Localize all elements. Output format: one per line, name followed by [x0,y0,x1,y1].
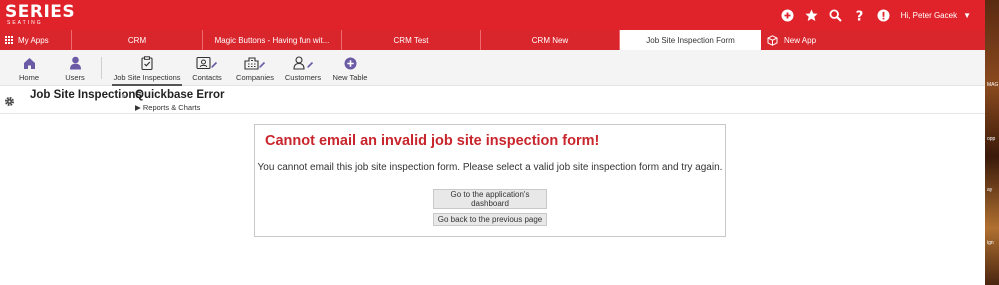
series-seating-logo[interactable]: SERIES SEATING [5,2,76,27]
reports-charts-label: Reports & Charts [142,103,201,112]
app-tabs: My Apps CRM Magic Buttons - Having fun w… [0,30,985,50]
nav-customers[interactable]: Customers [284,50,322,86]
nav-home-label: Home [18,73,39,82]
grid-icon [5,36,13,44]
home-icon [23,55,36,71]
nav-new-table[interactable]: New Table [332,50,368,86]
svg-text:?: ? [855,9,863,22]
background-text: opp [987,136,996,142]
background-text: ign [987,240,994,246]
app-tab-crm[interactable]: CRM [72,30,203,50]
nav-customers-label: Customers [284,73,322,82]
app-tab-crm-new[interactable]: CRM New [481,30,620,50]
user-greeting[interactable]: Hi, Peter Gacek [901,11,957,20]
building-icon [244,55,266,71]
star-icon[interactable] [800,0,823,30]
app-tab-crm-test[interactable]: CRM Test [342,30,481,50]
reports-charts-link[interactable]: ▶ Reports & Charts [135,103,200,112]
box-icon [767,34,778,46]
logo-brand-text: SERIES [5,2,76,22]
nav-separator [101,57,102,79]
add-icon[interactable] [776,0,799,30]
nav-users[interactable]: Users [60,50,90,86]
nav-job-site-inspections[interactable]: Job Site Inspections [112,50,182,86]
chevron-down-icon[interactable]: ▼ [963,11,971,20]
nav-new-table-label: New Table [332,73,368,82]
nav-users-label: Users [65,73,85,82]
go-to-dashboard-button[interactable]: Go to the application's dashboard [433,189,547,209]
new-app-label: New App [784,35,817,45]
top-icons: ? Hi, Peter Gacek ▼ [775,0,971,30]
help-icon[interactable]: ? [848,0,871,30]
table-nav: Home Users Job Site Inspections Contacts… [0,50,985,86]
caret-right-icon: ▶ [135,103,141,112]
contacts-icon [196,55,218,71]
plus-circle-icon [344,55,357,71]
my-apps-tab[interactable]: My Apps [0,30,72,50]
error-panel: Cannot email an invalid job site inspect… [254,124,726,237]
nav-home[interactable]: Home [12,50,46,86]
my-apps-label: My Apps [18,35,49,45]
gear-icon[interactable] [4,94,15,112]
customer-icon [292,55,314,71]
nav-companies-label: Companies [236,73,274,82]
nav-contacts[interactable]: Contacts [190,50,224,86]
error-message: You cannot email this job site inspectio… [257,162,723,173]
nav-contacts-label: Contacts [192,73,222,82]
breadcrumb-separator-icon: ▸ [122,91,127,100]
error-title: Cannot email an invalid job site inspect… [265,133,600,149]
app-tab-magic-buttons[interactable]: Magic Buttons - Having fun wit... [203,30,342,50]
background-text: ay [987,187,993,193]
alert-icon[interactable] [872,0,895,30]
new-app-tab[interactable]: New App [761,30,881,50]
nav-job-site-inspections-label: Job Site Inspections [113,73,181,82]
app-tab-job-site-inspection-form[interactable]: Job Site Inspection Form [620,30,761,50]
go-back-button[interactable]: Go back to the previous page [433,213,547,226]
page-subtitle: Quickbase Error [135,89,225,101]
page-header: Job Site Inspections ▸ Quickbase Error ▶… [0,86,985,114]
nav-companies[interactable]: Companies [235,50,275,86]
background-text: MAG [987,82,999,88]
top-bar: SERIES SEATING ? Hi, Peter Gacek ▼ [0,0,985,30]
clipboard-check-icon [141,55,153,71]
user-icon [69,55,82,71]
search-icon[interactable] [824,0,847,30]
background-window-strip: MAG opp ay ign [985,0,999,285]
